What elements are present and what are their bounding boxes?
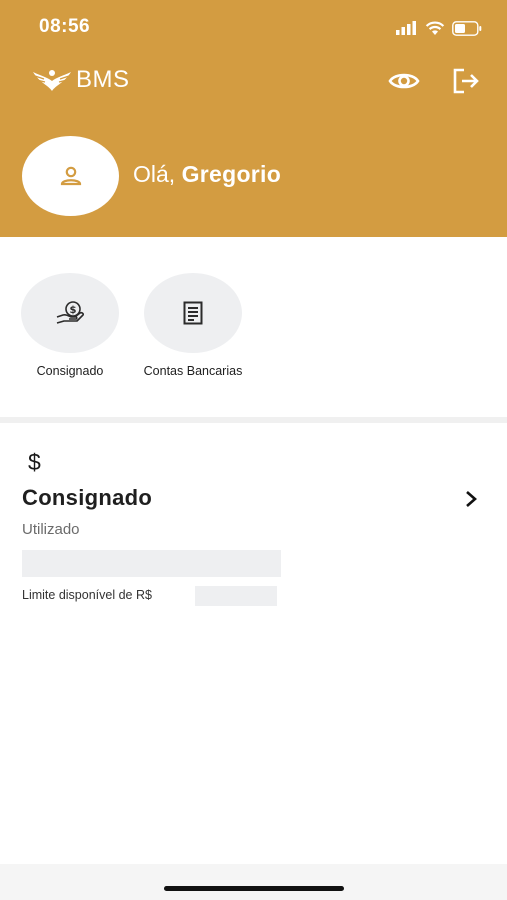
limit-value-placeholder bbox=[195, 586, 277, 606]
card-title: Consignado bbox=[22, 485, 153, 510]
wifi-icon bbox=[425, 21, 445, 35]
shortcut-contas-bancarias-circle[interactable] bbox=[144, 273, 242, 353]
cellular-signal-icon bbox=[396, 21, 416, 35]
bottom-bar bbox=[0, 864, 507, 900]
used-value-placeholder bbox=[22, 550, 281, 577]
eye-icon bbox=[388, 73, 420, 89]
shortcut-contas-bancarias[interactable]: Contas Bancarias bbox=[128, 273, 258, 378]
dollar-icon: $ bbox=[28, 449, 41, 475]
greeting: Olá, Gregorio bbox=[133, 161, 281, 188]
logout-button[interactable] bbox=[450, 64, 482, 98]
limit-label: Limite disponível de R$ bbox=[22, 588, 152, 602]
logout-icon bbox=[453, 68, 479, 94]
battery-icon bbox=[452, 20, 482, 36]
shortcut-consignado[interactable]: $ Consignado bbox=[5, 273, 135, 378]
statement-icon bbox=[183, 301, 203, 325]
used-label: Utilizado bbox=[22, 521, 80, 538]
wing-logo-icon bbox=[33, 70, 71, 91]
greeting-prefix: Olá, bbox=[133, 161, 182, 187]
chevron-right-icon[interactable] bbox=[462, 489, 480, 509]
shortcut-consignado-label: Consignado bbox=[36, 364, 104, 378]
user-name: Gregorio bbox=[181, 161, 282, 187]
status-time: 08:56 bbox=[39, 16, 91, 37]
brand-logo: BMS bbox=[32, 64, 130, 96]
status-bar: 08:56 bbox=[0, 0, 507, 52]
shortcuts: $ Consignado Contas Bancarias bbox=[0, 237, 507, 417]
brand-name: BMS bbox=[76, 66, 130, 93]
shortcut-consignado-circle[interactable]: $ bbox=[21, 273, 119, 353]
person-icon bbox=[60, 166, 81, 186]
hand-coin-icon: $ bbox=[56, 301, 85, 324]
consignado-card[interactable]: $ Consignado Utilizado Limite disponível… bbox=[0, 423, 507, 623]
svg-text:$: $ bbox=[70, 305, 77, 316]
home-indicator[interactable] bbox=[164, 886, 344, 891]
shortcut-contas-bancarias-label: Contas Bancarias bbox=[143, 364, 243, 378]
status-icons bbox=[396, 18, 482, 38]
header: 08:56 BMS Olá, Gregorio bbox=[0, 0, 507, 237]
avatar[interactable] bbox=[22, 136, 119, 216]
toggle-visibility-button[interactable] bbox=[386, 66, 422, 96]
